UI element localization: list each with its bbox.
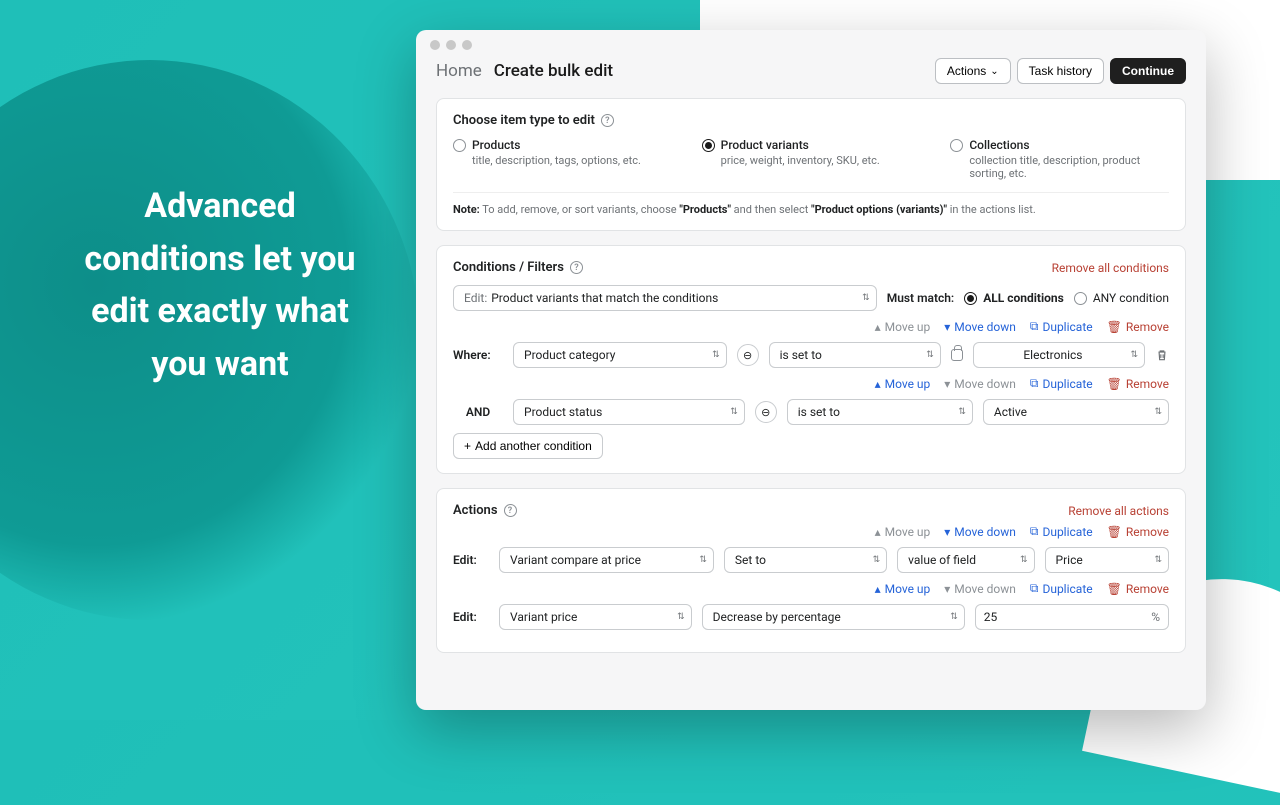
operator-select[interactable]: Decrease by percentage bbox=[702, 604, 965, 630]
window-traffic-lights bbox=[416, 30, 1206, 50]
field-select[interactable]: Product category bbox=[513, 342, 727, 368]
remove-button[interactable]: 🗑 Remove bbox=[1107, 524, 1169, 539]
breadcrumb-home[interactable]: Home bbox=[436, 61, 482, 81]
radio-icon bbox=[1074, 292, 1087, 305]
item-type-desc: collection title, description, product s… bbox=[969, 154, 1169, 180]
item-type-collections[interactable]: Collections collection title, descriptio… bbox=[950, 138, 1169, 180]
actions-card: Actions ? Remove all actions ▴ Move up ▾… bbox=[436, 488, 1186, 653]
content-scroll: Choose item type to edit ? Products titl… bbox=[416, 98, 1206, 687]
remove-all-conditions[interactable]: Remove all conditions bbox=[1052, 261, 1169, 275]
field-select[interactable]: Variant compare at price bbox=[499, 547, 714, 573]
actions-dropdown[interactable]: Actions bbox=[935, 58, 1011, 84]
continue-button[interactable]: Continue bbox=[1110, 58, 1186, 84]
help-icon[interactable]: ? bbox=[504, 504, 517, 517]
condition-row: Where: Product category ⊖ is set to Elec… bbox=[453, 342, 1169, 368]
item-type-label: Collections bbox=[969, 138, 1029, 152]
item-type-title: Choose item type to edit bbox=[453, 113, 595, 128]
move-down-button: ▾ Move down bbox=[944, 376, 1016, 391]
condition-row-actions: ▴ Move up ▾ Move down ⧉ Duplicate 🗑 Remo… bbox=[453, 376, 1169, 391]
radio-icon bbox=[950, 139, 963, 152]
value-select[interactable]: Electronics bbox=[973, 342, 1145, 368]
condition-row: AND Product status ⊖ is set to Active bbox=[453, 399, 1169, 425]
traffic-close-icon bbox=[430, 40, 440, 50]
match-any-radio[interactable]: ANY condition bbox=[1074, 291, 1169, 305]
value-mode-select[interactable]: value of field bbox=[897, 547, 1034, 573]
page-title: Create bulk edit bbox=[494, 61, 613, 81]
field-select[interactable]: Product status bbox=[513, 399, 745, 425]
move-up-button[interactable]: ▴ Move up bbox=[875, 581, 931, 596]
field-select[interactable]: Variant price bbox=[499, 604, 692, 630]
operator-select[interactable]: is set to bbox=[787, 399, 973, 425]
item-type-label: Product variants bbox=[721, 138, 809, 152]
input-suffix: % bbox=[1151, 610, 1160, 624]
duplicate-button[interactable]: ⧉ Duplicate bbox=[1030, 376, 1093, 391]
value-input[interactable]: 25 % bbox=[975, 604, 1169, 630]
app-window: Home Create bulk edit Actions Task histo… bbox=[416, 30, 1206, 710]
edit-scope-select[interactable]: Edit: Product variants that match the co… bbox=[453, 285, 877, 311]
and-label: AND bbox=[453, 405, 503, 419]
chevron-down-icon bbox=[990, 66, 998, 77]
lock-icon[interactable] bbox=[951, 349, 963, 361]
remove-button[interactable]: 🗑 Remove bbox=[1107, 581, 1169, 596]
operator-select[interactable]: Set to bbox=[724, 547, 887, 573]
negate-button[interactable]: ⊖ bbox=[737, 344, 759, 366]
move-down-button[interactable]: ▾ Move down bbox=[944, 524, 1016, 539]
condition-row-actions: ▴ Move up ▾ Move down ⧉ Duplicate 🗑 Remo… bbox=[453, 319, 1169, 334]
where-label: Where: bbox=[453, 348, 503, 362]
actions-title: Actions bbox=[453, 503, 498, 518]
radio-icon bbox=[964, 292, 977, 305]
move-down-button[interactable]: ▾ Move down bbox=[944, 319, 1016, 334]
move-up-button[interactable]: ▴ Move up bbox=[875, 376, 931, 391]
item-type-label: Products bbox=[472, 138, 520, 152]
item-type-desc: title, description, tags, options, etc. bbox=[472, 154, 672, 167]
conditions-card: Conditions / Filters ? Remove all condit… bbox=[436, 245, 1186, 474]
move-up-button: ▴ Move up bbox=[875, 524, 931, 539]
task-history-button[interactable]: Task history bbox=[1017, 58, 1104, 84]
move-up-button: ▴ Move up bbox=[875, 319, 931, 334]
match-all-radio[interactable]: ALL conditions bbox=[964, 291, 1064, 305]
conditions-title: Conditions / Filters bbox=[453, 260, 564, 275]
duplicate-button[interactable]: ⧉ Duplicate bbox=[1030, 581, 1093, 596]
traffic-minimize-icon bbox=[446, 40, 456, 50]
help-icon[interactable]: ? bbox=[570, 261, 583, 274]
item-type-card: Choose item type to edit ? Products titl… bbox=[436, 98, 1186, 231]
item-type-note: Note: To add, remove, or sort variants, … bbox=[453, 192, 1169, 216]
duplicate-button[interactable]: ⧉ Duplicate bbox=[1030, 524, 1093, 539]
remove-button[interactable]: 🗑 Remove bbox=[1107, 319, 1169, 334]
help-icon[interactable]: ? bbox=[601, 114, 614, 127]
radio-icon bbox=[702, 139, 715, 152]
negate-button[interactable]: ⊖ bbox=[755, 401, 777, 423]
remove-button[interactable]: 🗑 Remove bbox=[1107, 376, 1169, 391]
action-row-actions: ▴ Move up ▾ Move down ⧉ Duplicate 🗑 Remo… bbox=[453, 524, 1169, 539]
action-row: Edit: Variant price Decrease by percenta… bbox=[453, 604, 1169, 630]
item-type-variants[interactable]: Product variants price, weight, inventor… bbox=[702, 138, 921, 180]
edit-label: Edit: bbox=[453, 553, 489, 567]
must-match-label: Must match: bbox=[887, 291, 955, 305]
value-select[interactable]: Active bbox=[983, 399, 1169, 425]
action-row: Edit: Variant compare at price Set to va… bbox=[453, 547, 1169, 573]
trash-icon[interactable] bbox=[1155, 348, 1169, 362]
value-field-select[interactable]: Price bbox=[1045, 547, 1169, 573]
remove-all-actions[interactable]: Remove all actions bbox=[1068, 504, 1169, 518]
topbar: Home Create bulk edit Actions Task histo… bbox=[416, 50, 1206, 98]
item-type-desc: price, weight, inventory, SKU, etc. bbox=[721, 154, 921, 167]
marketing-headline: Advanced conditions let you edit exactly… bbox=[70, 180, 370, 391]
edit-label: Edit: bbox=[453, 610, 489, 624]
operator-select[interactable]: is set to bbox=[769, 342, 941, 368]
item-type-products[interactable]: Products title, description, tags, optio… bbox=[453, 138, 672, 180]
action-row-actions: ▴ Move up ▾ Move down ⧉ Duplicate 🗑 Remo… bbox=[453, 581, 1169, 596]
move-down-button: ▾ Move down bbox=[944, 581, 1016, 596]
duplicate-button[interactable]: ⧉ Duplicate bbox=[1030, 319, 1093, 334]
add-condition-button[interactable]: + Add another condition bbox=[453, 433, 603, 459]
traffic-zoom-icon bbox=[462, 40, 472, 50]
radio-icon bbox=[453, 139, 466, 152]
